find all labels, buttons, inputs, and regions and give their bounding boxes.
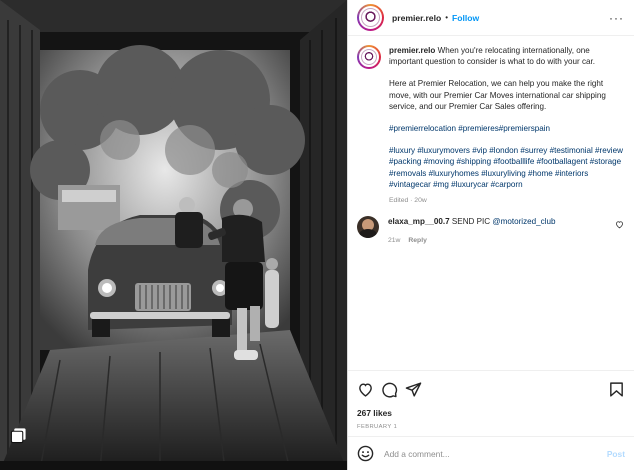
comment-input[interactable] [384,448,607,459]
carousel-icon [10,428,26,444]
photo-bottom-strip [0,461,347,470]
add-comment-bar: Post [348,436,634,470]
caption-hashtags[interactable]: #luxury #luxurymovers #vip #london #surr… [389,145,624,190]
comment-like-icon[interactable] [615,220,624,229]
post-actions: 267 likes FEBRUARY 1 [348,370,634,430]
comments-area[interactable]: premier.relo When you're relocating inte… [348,36,634,370]
comment-age: 21w [388,237,401,245]
author-avatar[interactable] [357,4,384,31]
emoji-icon[interactable] [357,445,374,462]
comment-mention[interactable]: @motorized_club [492,217,555,226]
post-comment-button[interactable]: Post [607,449,625,459]
comment-item: elaxa_mp__00.7 SEND PIC @motorized_club … [357,216,624,246]
caption-avatar[interactable] [357,45,381,69]
caption-paragraph: Here at Premier Relocation, we can help … [389,79,606,111]
reply-button[interactable]: Reply [408,237,427,244]
follow-button[interactable]: Follow [452,13,479,23]
separator-dot: • [445,13,449,22]
post-date: FEBRUARY 1 [357,424,398,430]
caption-text: premier.relo When you're relocating inte… [389,45,624,206]
caption-username[interactable]: premier.relo [389,46,435,55]
comment-text: SEND PIC [451,217,491,227]
caption-meta: Edited · 20w [389,197,427,205]
bookmark-icon[interactable] [608,381,625,398]
commenter-avatar[interactable] [357,216,379,239]
post-side-panel: premier.relo • Follow ··· premier.relo W… [347,0,634,470]
caption-hashtags-primary[interactable]: #premierrelocation #premieres#premierspa… [389,123,624,134]
comment-username[interactable]: elaxa_mp__00.7 [388,217,450,226]
like-count[interactable]: 267 likes [357,408,625,418]
share-icon[interactable] [405,381,422,398]
post-header: premier.relo • Follow ··· [348,0,634,36]
post-photo[interactable] [0,0,347,470]
author-username[interactable]: premier.relo [392,13,441,23]
comment-icon[interactable] [381,381,398,398]
heart-icon[interactable] [357,381,374,398]
photo-image [0,0,347,470]
more-options-icon[interactable]: ··· [609,11,624,25]
caption: premier.relo When you're relocating inte… [357,45,624,206]
